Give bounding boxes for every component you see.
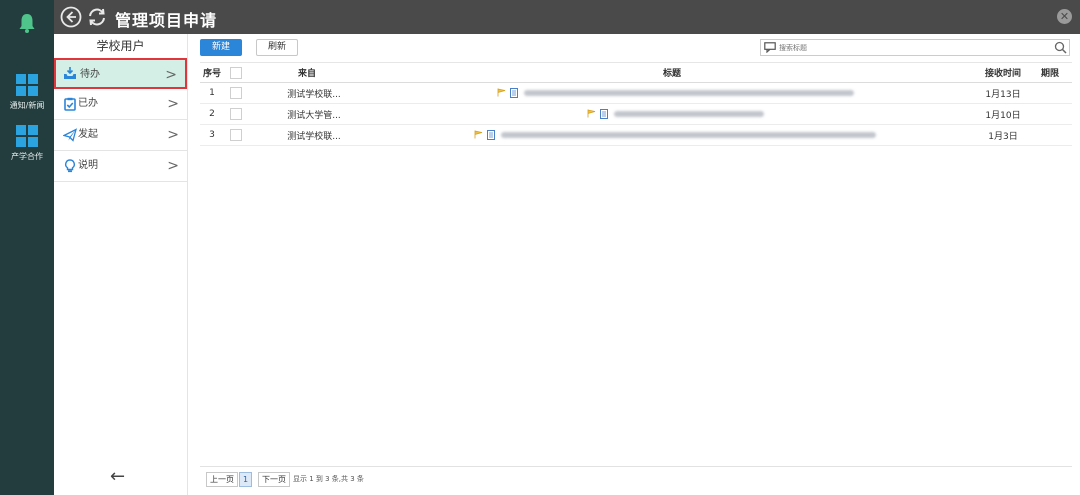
menu-item-label: 已办 [78,98,98,109]
title-bar: 管理项目申请 ✕ [54,0,1080,34]
document-icon [487,129,495,140]
header-deadline[interactable]: 期限 [1028,62,1072,83]
rail-app-label: 产学合作 [11,152,43,161]
row-index: 2 [200,103,224,125]
row-from: 测试学校联... [248,82,366,104]
windows-tile-icon [16,74,38,96]
row-checkbox[interactable] [230,87,242,99]
menu-item-label: 待办 [80,69,100,80]
rail-app-notice-news[interactable]: 通知/新闻 [0,74,54,111]
chevron-right-icon: > [167,127,179,143]
refresh-button[interactable]: 刷新 [256,39,298,56]
search-box [760,39,1070,56]
row-deadline [1028,82,1072,104]
chevron-right-icon: > [167,96,179,112]
rail-app-label: 通知/新闻 [9,101,45,110]
flag-icon [587,109,595,118]
new-button[interactable]: 新建 [200,39,242,56]
clipboard-check-icon [64,97,76,111]
row-deadline [1028,103,1072,125]
search-input[interactable] [779,42,1049,53]
left-rail: 通知/新闻 产学合作 [0,0,54,495]
back-circle-icon[interactable] [60,6,82,28]
back-arrow-icon[interactable]: ← [110,466,125,487]
inbox-tray-icon [64,67,76,79]
bell-icon[interactable] [16,12,38,34]
page-title: 管理项目申请 [115,11,218,30]
row-deadline [1028,124,1072,146]
row-received: 1月10日 [978,103,1028,125]
row-checkbox[interactable] [230,108,242,120]
table-row[interactable]: 2 测试大学管... 1月10日 [200,103,1072,125]
menu-item-todo[interactable]: 待办 > [54,58,187,89]
document-icon [509,87,518,98]
send-plane-icon [63,128,77,142]
pagination: 上一页 1 下一页 显示 1 到 3 条,共 3 条 [200,466,1072,492]
row-checkbox[interactable] [230,129,242,141]
toolbar: 新建 刷新 [200,34,1072,60]
main-panel: 新建 刷新 序号 来自 标题 接收时间 期限 [200,34,1072,495]
row-subject[interactable] [366,82,978,104]
rail-app-industry-cooperation[interactable]: 产学合作 [0,125,54,162]
redacted-subject [501,131,876,138]
row-from: 测试学校联... [248,124,366,146]
row-select [224,103,248,125]
menu-item-label: 说明 [78,160,98,171]
menu-item-label: 发起 [78,129,98,140]
windows-tile-icon [16,125,38,147]
comment-icon [764,42,776,53]
table-row[interactable]: 3 测试学校联... 1月3日 [200,124,1072,146]
header-from[interactable]: 来自 [248,62,366,83]
table-header-row: 序号 来自 标题 接收时间 期限 [200,62,1072,83]
row-from: 测试大学管... [248,103,366,125]
row-select [224,124,248,146]
side-menu: 学校用户 待办 > 已办 > 发起 > 说明 > ← [54,34,188,495]
task-table: 序号 来自 标题 接收时间 期限 1 测试学校联... 1月13日 2 测试大学… [200,62,1072,146]
lightbulb-icon [65,159,75,173]
chevron-right-icon: > [165,67,177,83]
prev-page-button[interactable]: 上一页 [206,472,238,487]
pagination-info: 显示 1 到 3 条,共 3 条 [293,475,364,483]
row-received: 1月13日 [978,82,1028,104]
flag-icon [474,130,483,139]
refresh-icon[interactable] [86,6,108,28]
page-number-button[interactable]: 1 [239,472,253,487]
menu-item-initiate[interactable]: 发起 > [54,120,187,151]
redacted-subject [613,110,764,117]
header-select-all [224,62,248,83]
flag-icon [497,88,505,97]
row-index: 1 [200,82,224,104]
header-received[interactable]: 接收时间 [978,62,1028,83]
row-received: 1月3日 [978,124,1028,146]
search-icon[interactable] [1054,41,1067,54]
row-subject[interactable] [366,103,978,125]
row-index: 3 [200,124,224,146]
chevron-right-icon: > [167,158,179,174]
menu-item-done[interactable]: 已办 > [54,89,187,120]
document-icon [599,108,608,119]
user-role-label: 学校用户 [96,39,145,53]
close-icon[interactable]: ✕ [1057,9,1072,24]
menu-item-instructions[interactable]: 说明 > [54,151,187,182]
row-subject[interactable] [366,124,978,146]
row-select [224,82,248,104]
select-all-checkbox[interactable] [230,66,242,79]
header-index: 序号 [200,62,224,83]
table-row[interactable]: 1 测试学校联... 1月13日 [200,82,1072,104]
next-page-button[interactable]: 下一页 [258,472,290,487]
redacted-subject [523,89,854,96]
header-subject[interactable]: 标题 [366,62,978,83]
